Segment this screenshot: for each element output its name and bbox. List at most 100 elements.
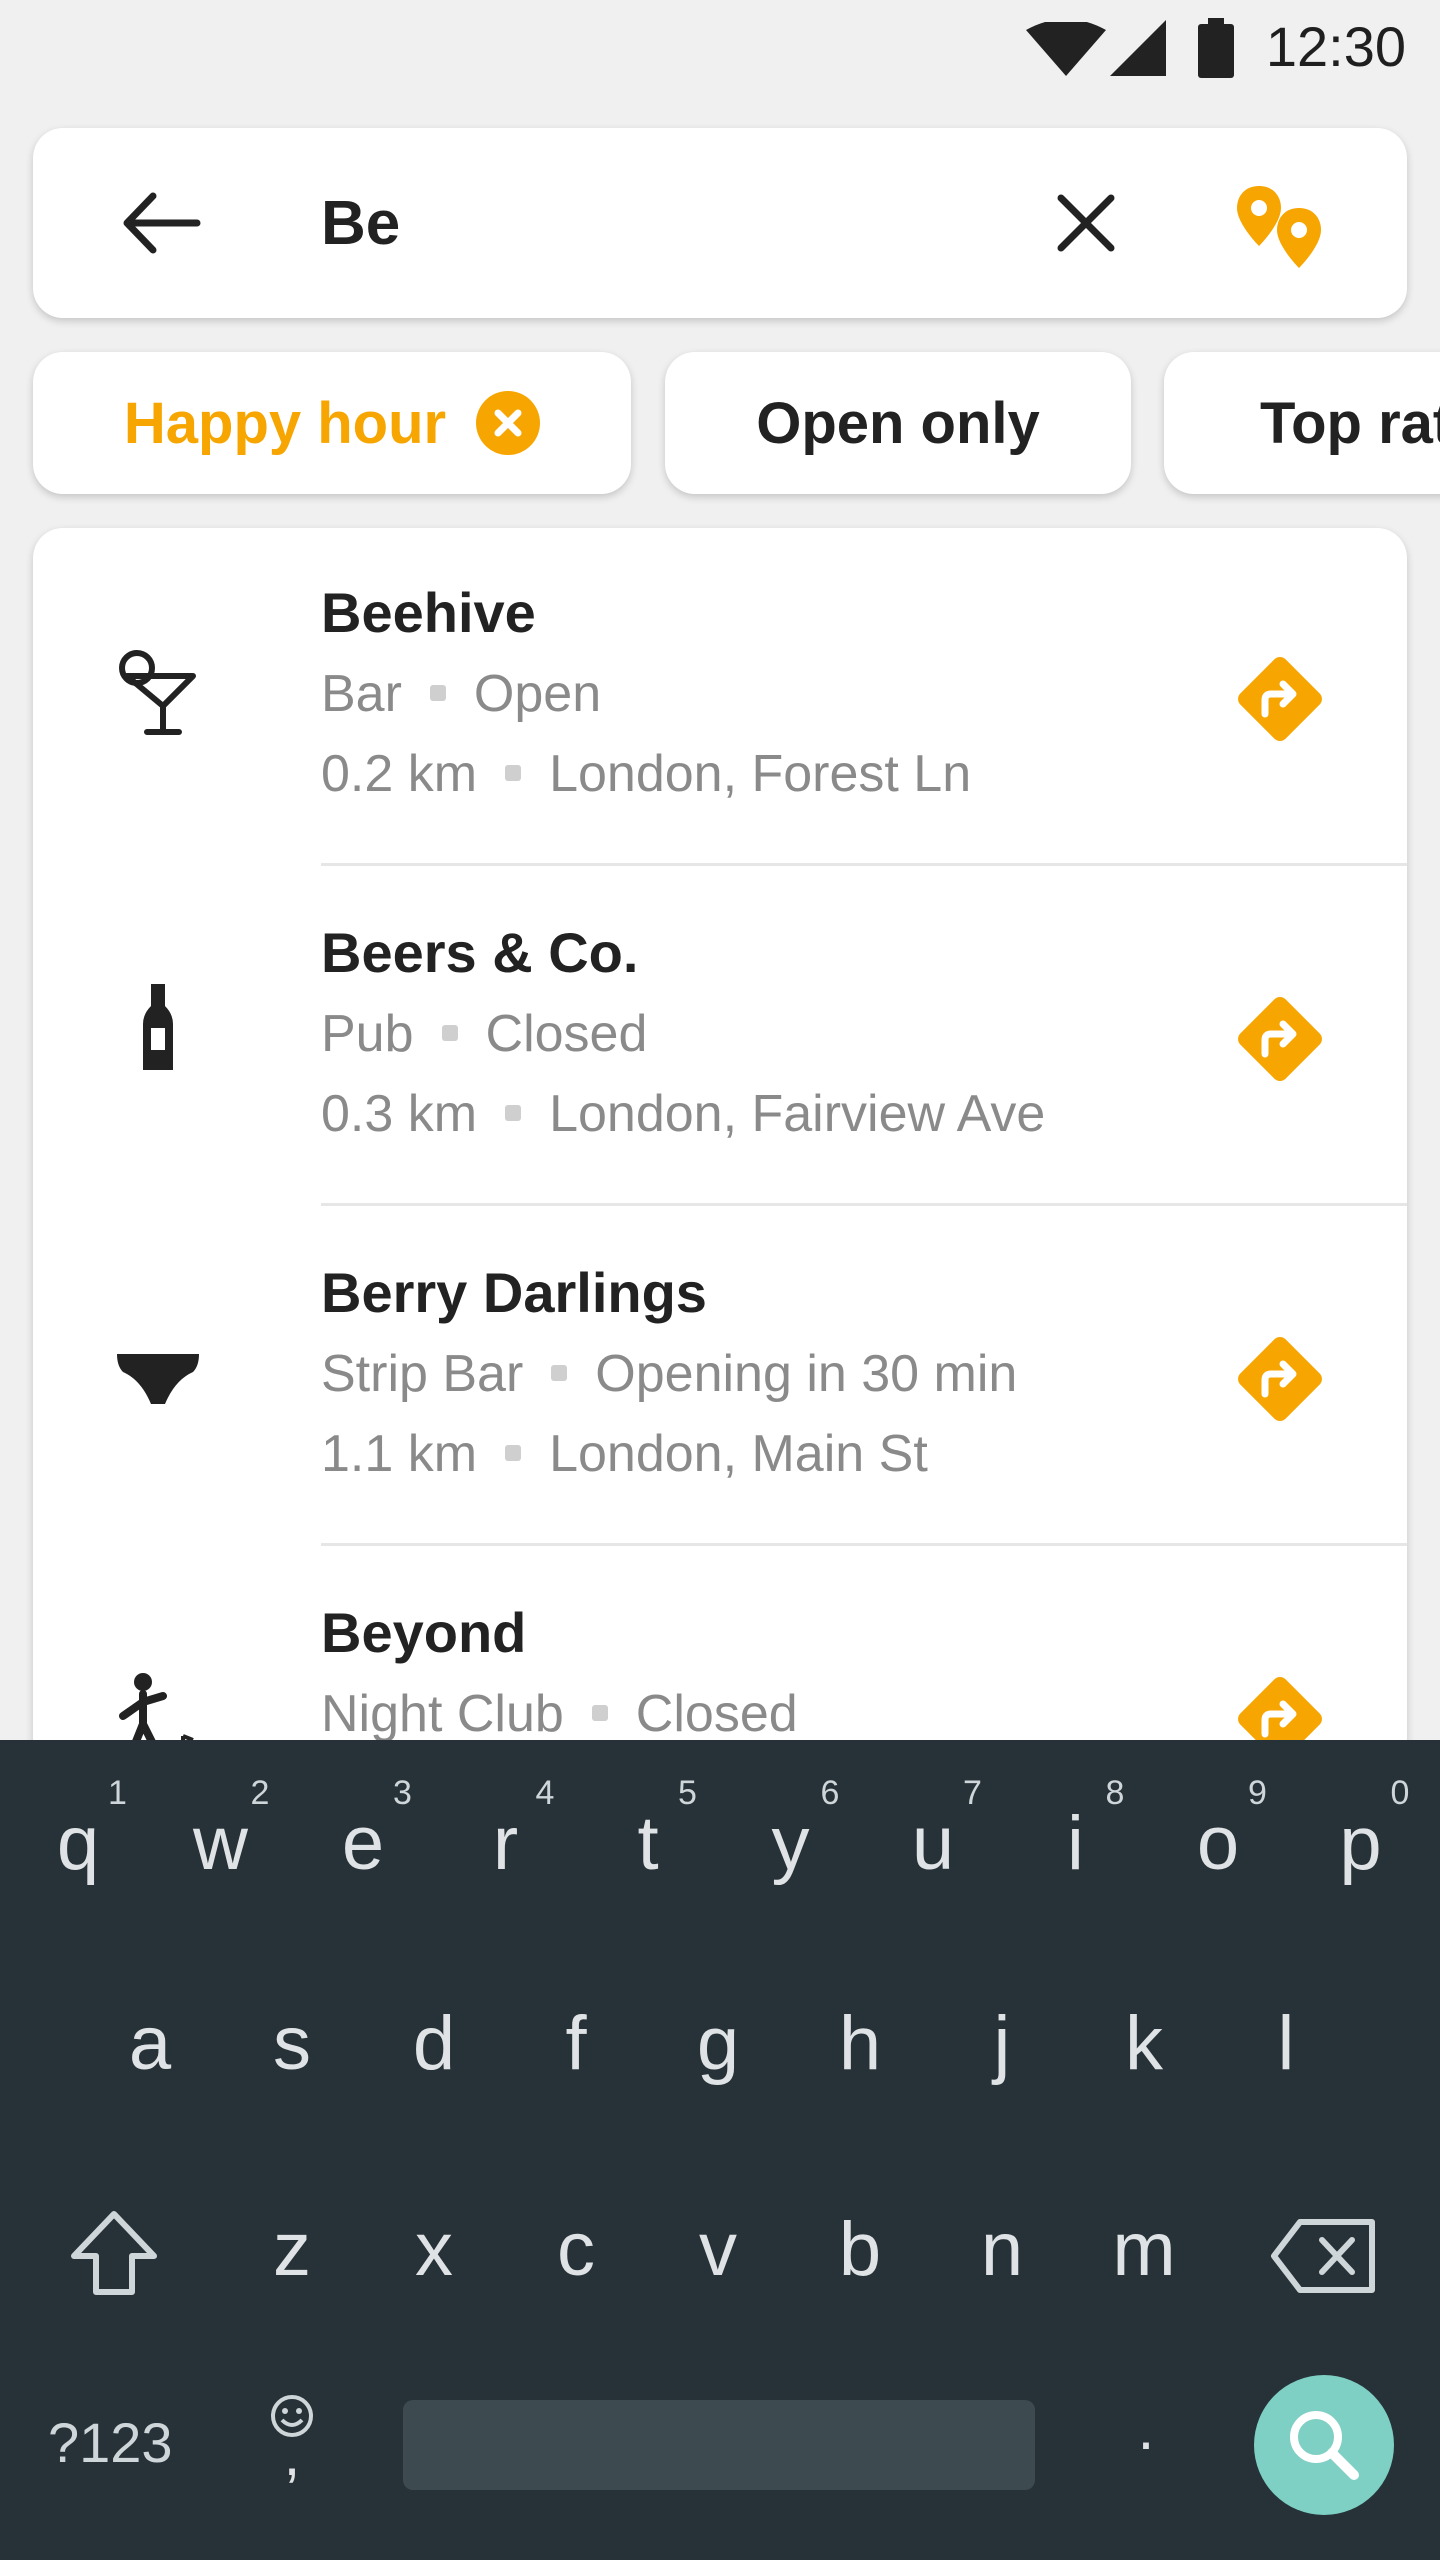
chip-label: Top rat [1260, 390, 1440, 456]
key-number-hint: 5 [678, 1774, 697, 1812]
search-input[interactable]: Be [321, 188, 400, 259]
key-h[interactable]: h [810, 2000, 910, 2087]
key-number-hint: 4 [535, 1774, 555, 1812]
key-j[interactable]: j [952, 2000, 1052, 2087]
key-number-hint: 8 [1105, 1774, 1125, 1812]
key-x[interactable]: x [384, 2206, 484, 2293]
clear-icon[interactable] [1055, 192, 1117, 254]
key-t[interactable]: t [598, 1800, 698, 1887]
cocktail-icon [119, 650, 196, 735]
key-w[interactable]: w [171, 1800, 271, 1887]
directions-icon[interactable] [1235, 654, 1325, 744]
place-type-status: Bar Open [321, 664, 601, 724]
chip-open-only[interactable]: Open only [665, 352, 1131, 494]
key-f[interactable]: f [526, 2000, 626, 2087]
key-number-hint: 3 [393, 1774, 412, 1812]
key-number-hint: 7 [963, 1774, 982, 1812]
map-pins-icon[interactable] [1233, 182, 1353, 282]
key-number-hint: 1 [108, 1774, 127, 1812]
place-type-status: Night Club Closed [321, 1684, 798, 1744]
place-name: Beers & Co. [321, 921, 639, 984]
key-l[interactable]: l [1236, 2000, 1336, 2087]
status-bar: 12:30 [0, 0, 1440, 96]
key-c[interactable]: c [526, 2206, 626, 2293]
separator-dot [505, 1445, 522, 1462]
key-k[interactable]: k [1094, 2000, 1194, 2087]
underwear-icon [117, 1354, 199, 1404]
search-icon [1290, 2411, 1359, 2480]
key-z[interactable]: z [242, 2206, 342, 2293]
key-o[interactable]: o [1168, 1800, 1268, 1887]
place-status: Open [473, 665, 602, 723]
place-type: Pub [321, 1005, 414, 1063]
list-item[interactable]: Beehive Bar Open 0.2 km London, Forest Ln [33, 528, 1407, 868]
key-i[interactable]: i [1026, 1800, 1126, 1887]
key-v[interactable]: v [668, 2206, 768, 2293]
remove-filter-icon[interactable] [476, 391, 541, 455]
separator-dot [551, 1365, 568, 1382]
directions-icon[interactable] [1235, 1334, 1325, 1424]
wifi-icon [1026, 22, 1106, 76]
place-distance-address: 0.3 km London, Fairview Ave [321, 1084, 1045, 1144]
symbols-key[interactable]: ?123 [48, 2410, 173, 2475]
place-name: Berry Darlings [321, 1261, 707, 1324]
back-arrow-icon[interactable] [121, 188, 201, 258]
chip-label: Happy hour [123, 390, 447, 456]
battery-icon [1198, 18, 1234, 78]
key-q[interactable]: q [28, 1800, 128, 1887]
period-key[interactable]: . [1096, 2394, 1196, 2463]
key-r[interactable]: r [456, 1800, 556, 1887]
key-number-hint: 6 [820, 1774, 840, 1812]
place-distance: 0.3 km [321, 1085, 478, 1143]
place-distance: 0.2 km [321, 745, 478, 803]
place-type-status: Strip Bar Opening in 30 min [321, 1344, 1017, 1404]
separator-dot [591, 1705, 608, 1722]
shift-icon[interactable] [66, 2206, 162, 2302]
place-type: Night Club [321, 1685, 564, 1743]
place-distance-address: 0.2 km London, Forest Ln [321, 744, 971, 804]
key-number-hint: 0 [1390, 1774, 1410, 1812]
key-d[interactable]: d [384, 2000, 484, 2087]
key-s[interactable]: s [242, 2000, 342, 2087]
separator-dot [505, 765, 522, 782]
keyboard: q1 w2 e3 r4 t5 y6 u7 i8 o9 p0 asdfghjkl zxcvbnm ?… [0, 1740, 1440, 2560]
place-type: Strip Bar [321, 1345, 524, 1403]
key-number-hint: 2 [250, 1774, 270, 1812]
directions-icon[interactable] [1235, 994, 1325, 1084]
place-distance: 1.1 km [321, 1425, 478, 1483]
search-key[interactable] [1254, 2375, 1394, 2515]
status-time: 12:30 [1265, 15, 1406, 78]
key-number-hint: 9 [1248, 1774, 1267, 1812]
key-y[interactable]: y [741, 1800, 841, 1887]
separator-dot [441, 1025, 458, 1042]
key-p[interactable]: p [1311, 1800, 1411, 1887]
list-item[interactable]: Beers & Co. Pub Closed 0.3 km London, Fair… [33, 868, 1407, 1208]
key-e[interactable]: e [313, 1800, 413, 1887]
divider [321, 863, 1407, 866]
place-name: Beyond [321, 1601, 527, 1664]
place-address: London, Forest Ln [549, 745, 972, 803]
place-address: London, Fairview Ave [549, 1085, 1046, 1143]
chip-happy-hour[interactable]: Happy hour [33, 352, 631, 494]
key-u[interactable]: u [883, 1800, 983, 1887]
place-name: Beehive [321, 581, 536, 644]
search-bar: Be [33, 128, 1407, 318]
chip-label: Open only [756, 390, 1040, 456]
space-bar[interactable] [403, 2400, 1035, 2490]
chip-top-rated[interactable]: Top rat [1164, 352, 1440, 494]
backspace-icon[interactable] [1270, 2216, 1380, 2296]
place-status: Opening in 30 min [595, 1345, 1018, 1403]
list-item[interactable]: Berry Darlings Strip Bar Opening in 30 mi… [33, 1208, 1407, 1548]
key-m[interactable]: m [1094, 2206, 1194, 2293]
key-n[interactable]: n [952, 2206, 1052, 2293]
place-distance-address: 1.1 km London, Main St [321, 1424, 928, 1484]
separator-dot [429, 685, 446, 702]
key-g[interactable]: g [668, 2000, 768, 2087]
results-list: Beehive Bar Open 0.2 km London, Forest Ln … [33, 528, 1407, 1828]
key-a[interactable]: a [100, 2000, 200, 2087]
cell-signal-icon [1110, 20, 1166, 76]
place-address: London, Main St [549, 1425, 928, 1483]
separator-dot [505, 1105, 522, 1122]
key-b[interactable]: b [810, 2206, 910, 2293]
comma-key[interactable]: , [242, 2420, 342, 2489]
